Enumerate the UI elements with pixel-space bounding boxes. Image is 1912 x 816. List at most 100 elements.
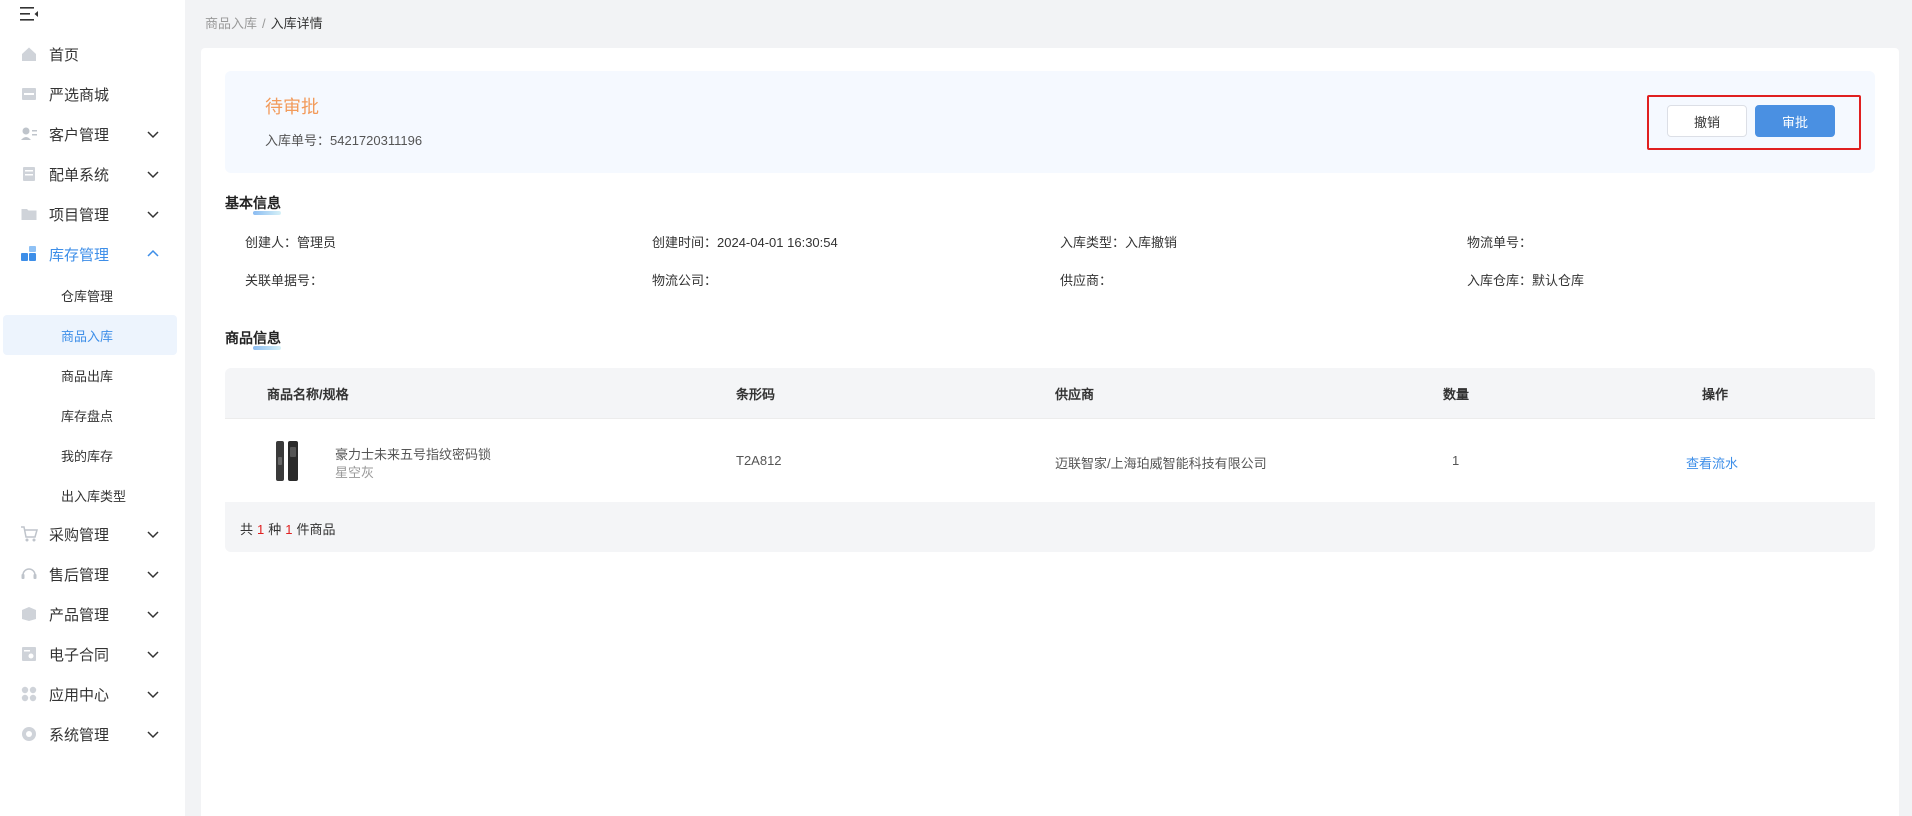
chevron-down-icon bbox=[147, 571, 159, 579]
sidebar-subitem-my-inventory[interactable]: 我的库存 bbox=[3, 435, 177, 475]
sidebar-item-label: 应用中心 bbox=[49, 686, 110, 704]
sidebar-subitem-goods-outbound[interactable]: 商品出库 bbox=[3, 355, 177, 395]
info-label: 物流单号： bbox=[1467, 235, 1533, 250]
sidebar-item-system[interactable]: 系统管理 bbox=[0, 716, 185, 752]
cart-icon bbox=[20, 525, 38, 543]
info-label: 入库仓库： bbox=[1467, 273, 1533, 288]
column-header: 操作 bbox=[1702, 387, 1729, 402]
info-warehouse: 入库仓库：默认仓库 bbox=[1467, 270, 1584, 289]
goods-info-title: 商品信息 bbox=[225, 328, 281, 350]
sidebar-item-contract[interactable]: 电子合同 bbox=[0, 636, 185, 672]
product-quantity: 1 bbox=[1452, 453, 1460, 468]
title-underline bbox=[253, 211, 281, 215]
sidebar-subitem-label: 我的库存 bbox=[61, 448, 114, 464]
sidebar-item-home[interactable]: 首页 bbox=[0, 36, 185, 72]
column-header: 数量 bbox=[1443, 387, 1470, 402]
chevron-up-icon bbox=[147, 249, 159, 257]
approve-button[interactable]: 审批 bbox=[1755, 105, 1835, 137]
cancel-button[interactable]: 撤销 bbox=[1667, 105, 1747, 137]
product-supplier: 迈联智家/上海珀威智能科技有限公司 bbox=[1055, 456, 1267, 471]
info-label: 创建时间： bbox=[652, 235, 718, 250]
sidebar-item-customer[interactable]: 客户管理 bbox=[0, 116, 185, 152]
product-name: 豪力士未来五号指纹密码锁 bbox=[335, 447, 492, 462]
product-barcode: T2A812 bbox=[736, 453, 782, 468]
chevron-down-icon bbox=[147, 531, 159, 539]
view-flow-link[interactable]: 查看流水 bbox=[1686, 453, 1738, 472]
sidebar-subitem-io-types[interactable]: 出入库类型 bbox=[3, 475, 177, 515]
title-underline bbox=[253, 346, 281, 350]
column-header: 条形码 bbox=[736, 387, 776, 402]
info-label: 供应商： bbox=[1060, 273, 1113, 288]
info-created-time: 创建时间：2024-04-01 16:30:54 bbox=[652, 232, 838, 251]
sidebar-item-app-center[interactable]: 应用中心 bbox=[0, 676, 185, 712]
chevron-down-icon bbox=[147, 651, 159, 659]
info-related-doc: 关联单据号： bbox=[245, 270, 323, 289]
summary-kinds: 1 bbox=[257, 522, 265, 537]
sidebar-subitem-warehouse[interactable]: 仓库管理 bbox=[3, 275, 177, 315]
summary-prefix: 共 bbox=[240, 522, 254, 537]
status-panel bbox=[225, 71, 1875, 173]
sidebar-subitem-goods-inbound[interactable]: 商品入库 bbox=[3, 315, 177, 355]
sidebar-item-label: 售后管理 bbox=[49, 566, 110, 584]
goods-info-title-text: 商品信息 bbox=[225, 330, 281, 346]
summary-mid: 种 bbox=[268, 522, 282, 537]
sidebar-item-label: 电子合同 bbox=[49, 646, 110, 664]
chevron-down-icon bbox=[147, 691, 159, 699]
info-value: 管理员 bbox=[297, 235, 337, 250]
sidebar-item-label: 采购管理 bbox=[49, 526, 110, 544]
sidebar-item-label: 首页 bbox=[49, 46, 80, 64]
chevron-down-icon bbox=[147, 211, 159, 219]
order-number-label: 入库单号： bbox=[265, 133, 331, 148]
inventory-icon bbox=[20, 245, 38, 263]
info-creator: 创建人：管理员 bbox=[245, 232, 336, 251]
chevron-down-icon bbox=[147, 131, 159, 139]
summary-count: 1 bbox=[285, 522, 293, 537]
breadcrumb: 商品入库 / 入库详情 bbox=[205, 13, 323, 32]
chevron-down-icon bbox=[147, 731, 159, 739]
sidebar-item-shop[interactable]: 严选商城 bbox=[0, 76, 185, 112]
shop-icon bbox=[20, 85, 38, 103]
sidebar-subitem-label: 商品出库 bbox=[61, 368, 114, 384]
info-logistics-company: 物流公司： bbox=[652, 270, 717, 289]
sidebar-item-label: 库存管理 bbox=[49, 246, 110, 264]
column-header: 商品名称/规格 bbox=[267, 387, 349, 402]
box-icon bbox=[20, 605, 38, 623]
chevron-down-icon bbox=[147, 611, 159, 619]
info-label: 创建人： bbox=[245, 235, 298, 250]
settings-icon bbox=[20, 725, 38, 743]
table-footer: 共 1 种 1 件商品 bbox=[225, 502, 1875, 552]
sidebar-subitem-label: 仓库管理 bbox=[61, 288, 114, 304]
sidebar-item-label: 系统管理 bbox=[49, 726, 110, 744]
breadcrumb-separator: / bbox=[262, 16, 266, 31]
contract-icon bbox=[20, 645, 38, 663]
info-logistics-no: 物流单号： bbox=[1467, 232, 1532, 251]
chevron-down-icon bbox=[147, 171, 159, 179]
info-supplier: 供应商： bbox=[1060, 270, 1112, 289]
breadcrumb-parent[interactable]: 商品入库 bbox=[205, 16, 257, 31]
sidebar: 首页 严选商城 客户管理 配单系统 项目管理 库存管理 仓库管理 商品入库 商品… bbox=[0, 0, 185, 816]
info-label: 关联单据号： bbox=[245, 273, 324, 288]
basic-info-title: 基本信息 bbox=[225, 193, 281, 215]
folder-icon bbox=[20, 205, 38, 223]
product-thumbnail bbox=[272, 439, 302, 483]
status-title: 待审批 bbox=[265, 97, 319, 117]
sidebar-item-order-system[interactable]: 配单系统 bbox=[0, 156, 185, 192]
sidebar-item-inventory[interactable]: 库存管理 bbox=[0, 236, 185, 272]
info-value: 默认仓库 bbox=[1532, 273, 1585, 288]
customer-icon bbox=[20, 125, 38, 143]
sidebar-item-after-sales[interactable]: 售后管理 bbox=[0, 556, 185, 592]
column-header: 供应商 bbox=[1055, 387, 1095, 402]
sidebar-item-label: 项目管理 bbox=[49, 206, 110, 224]
sidebar-item-project[interactable]: 项目管理 bbox=[0, 196, 185, 232]
sidebar-item-label: 客户管理 bbox=[49, 126, 110, 144]
info-value: 入库撤销 bbox=[1125, 235, 1178, 250]
sidebar-item-product[interactable]: 产品管理 bbox=[0, 596, 185, 632]
info-label: 物流公司： bbox=[652, 273, 718, 288]
info-value: 2024-04-01 16:30:54 bbox=[717, 235, 838, 250]
sidebar-item-label: 产品管理 bbox=[49, 606, 110, 624]
sidebar-subitem-stocktaking[interactable]: 库存盘点 bbox=[3, 395, 177, 435]
sidebar-item-purchase[interactable]: 采购管理 bbox=[0, 516, 185, 552]
sidebar-item-label: 严选商城 bbox=[49, 86, 110, 104]
goods-table: 商品名称/规格 条形码 供应商 数量 操作 豪力士未来五号指纹密码锁 星空灰 T… bbox=[225, 368, 1875, 552]
menu-collapse-icon[interactable] bbox=[20, 6, 40, 22]
